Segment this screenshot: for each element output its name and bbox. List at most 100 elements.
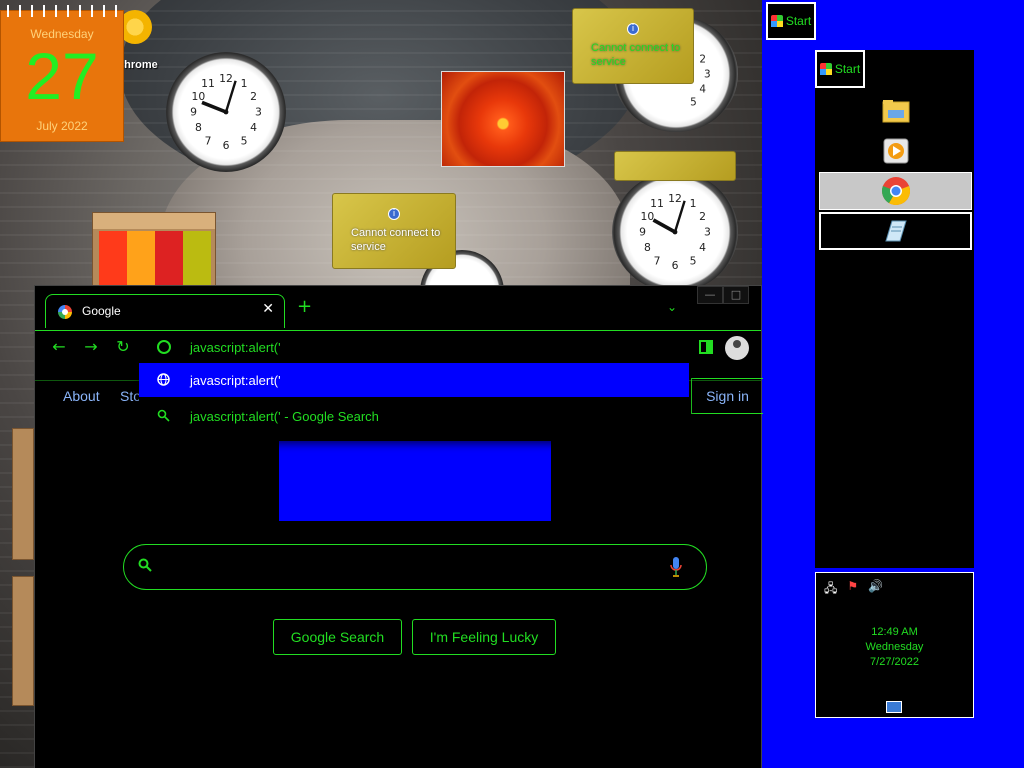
tab-google[interactable]: Google ✕ [45, 294, 285, 328]
start-label: Start [785, 14, 812, 28]
suggestion-text: javascript:alert(' [190, 373, 281, 388]
weather-gadget[interactable]: i Cannot connect to service [332, 193, 456, 269]
feeling-lucky-button[interactable]: I'm Feeling Lucky [412, 619, 556, 655]
omnibox-input[interactable]: javascript:alert(' [190, 340, 281, 355]
action-center-flag-icon[interactable]: ⚑ [847, 579, 858, 600]
folder-icon [882, 100, 909, 123]
svg-text:3: 3 [255, 106, 262, 119]
suggestion-search[interactable]: javascript:alert(' - Google Search [139, 399, 689, 433]
suggestion-url[interactable]: javascript:alert(' [139, 363, 689, 397]
svg-text:6: 6 [223, 139, 230, 152]
gadget-edge [12, 428, 34, 560]
info-icon: i [388, 208, 400, 220]
svg-text:12: 12 [219, 72, 233, 85]
profile-avatar-icon[interactable] [725, 336, 749, 360]
taskbar-chrome-button[interactable] [819, 172, 972, 210]
media-player-icon [883, 138, 908, 164]
windows-logo-icon [819, 63, 832, 75]
store-link[interactable]: Sto [120, 388, 141, 404]
svg-text:5: 5 [241, 134, 248, 147]
notepad-icon [884, 220, 907, 242]
svg-text:5: 5 [690, 96, 697, 108]
svg-text:9: 9 [639, 226, 646, 239]
browser-window: Google ✕ + ⌄ — □ ← → ↻ javascript:alert(… [34, 285, 763, 768]
panel-start-button[interactable]: Start [815, 50, 865, 88]
svg-text:4: 4 [699, 241, 706, 254]
google-search-box[interactable] [123, 544, 707, 590]
clock-gadget[interactable]: 12 1 2 3 4 5 6 7 8 9 10 11 [612, 172, 738, 292]
clock-gadget[interactable]: 12 1 2 3 4 5 6 7 8 9 10 11 [166, 52, 286, 172]
svg-text:11: 11 [650, 197, 664, 210]
svg-text:1: 1 [690, 197, 697, 210]
about-link[interactable]: About [63, 388, 100, 404]
calendar-gadget[interactable]: Wednesday 27 July 2022 [0, 5, 124, 142]
network-icon[interactable]: 🖧 [824, 579, 837, 600]
tab-title: Google [82, 304, 121, 318]
svg-text:4: 4 [699, 84, 706, 96]
tab-strip: Google ✕ + ⌄ — □ [35, 286, 761, 330]
tray-day: Wednesday [865, 641, 924, 653]
svg-text:7: 7 [205, 134, 212, 147]
tray-date: 7/27/2022 [870, 656, 919, 668]
omnibox-suggestions: javascript:alert(' javascript:alert(' - … [139, 363, 689, 440]
weather-message: Cannot connect to service [591, 42, 681, 68]
taskbar-file-explorer-button[interactable] [819, 92, 972, 130]
tab-search-chevron-icon[interactable]: ⌄ [667, 300, 677, 314]
calendar-rings [7, 5, 119, 17]
windows-logo-icon [770, 15, 783, 27]
reload-icon[interactable]: ↻ [113, 337, 133, 356]
clock-face-icon: 12 1234567891011 [190, 72, 262, 152]
show-desktop-icon[interactable] [886, 701, 902, 713]
sign-in-button[interactable]: Sign in [691, 378, 763, 414]
tray-time: 12:49 AM [871, 626, 918, 638]
puzzle-tiles[interactable] [99, 231, 211, 291]
tab-close-icon[interactable]: ✕ [262, 301, 274, 317]
google-favicon-icon [58, 305, 72, 319]
calendar-day: 27 [25, 39, 99, 113]
chrome-icon [881, 177, 910, 205]
picture-puzzle-gadget[interactable] [92, 212, 216, 291]
calendar-month-year: July 2022 [36, 119, 88, 133]
svg-text:2: 2 [699, 53, 706, 65]
svg-text:2: 2 [699, 210, 706, 223]
svg-text:11: 11 [201, 77, 215, 90]
microphone-icon[interactable] [670, 556, 682, 578]
back-arrow-icon[interactable]: ← [49, 337, 69, 356]
info-icon: i [627, 23, 639, 35]
new-tab-button[interactable]: + [297, 298, 312, 316]
svg-text:6: 6 [672, 259, 679, 272]
tray-clock[interactable]: 12:49 AM Wednesday 7/27/2022 [816, 625, 973, 670]
tray-icons: 🖧 ⚑ 🔊 [824, 579, 883, 600]
weather-gadget[interactable]: i Cannot connect to service [572, 8, 694, 84]
taskbar-notepad-button[interactable] [819, 212, 972, 250]
volume-icon[interactable]: 🔊 [868, 579, 883, 600]
panel-start-label: Start [834, 62, 861, 76]
weather-message: Cannot connect to service [351, 227, 441, 253]
taskbar-panel: Start 🖧 ⚑ 🔊 12:49 AM Wednesday 7/27/2022 [815, 50, 974, 718]
system-tray: 🖧 ⚑ 🔊 12:49 AM Wednesday 7/27/2022 [815, 572, 974, 718]
globe-icon[interactable] [157, 340, 171, 354]
google-search-button[interactable]: Google Search [273, 619, 402, 655]
svg-text:8: 8 [195, 121, 202, 134]
taskbar-media-player-button[interactable] [819, 132, 972, 170]
svg-text:3: 3 [704, 68, 711, 80]
google-logo [279, 441, 551, 521]
start-button[interactable]: Start [766, 2, 816, 40]
slideshow-gadget[interactable] [441, 71, 565, 167]
browser-toolbar: ← → ↻ javascript:alert(' [35, 330, 761, 403]
minimize-button[interactable]: — [697, 286, 723, 304]
forward-arrow-icon[interactable]: → [81, 337, 101, 356]
maximize-button[interactable]: □ [723, 286, 749, 304]
svg-text:10: 10 [641, 210, 655, 223]
side-panel-icon[interactable] [699, 340, 713, 354]
suggestion-text: javascript:alert(' - Google Search [190, 409, 379, 424]
svg-text:5: 5 [690, 254, 697, 267]
gadget-edge [12, 576, 34, 706]
svg-text:4: 4 [250, 121, 257, 134]
svg-text:8: 8 [644, 241, 651, 254]
search-icon [157, 409, 170, 422]
weather-gadget-top [614, 151, 736, 181]
svg-text:1: 1 [241, 77, 248, 90]
svg-text:3: 3 [704, 226, 711, 239]
svg-text:12: 12 [668, 192, 682, 205]
